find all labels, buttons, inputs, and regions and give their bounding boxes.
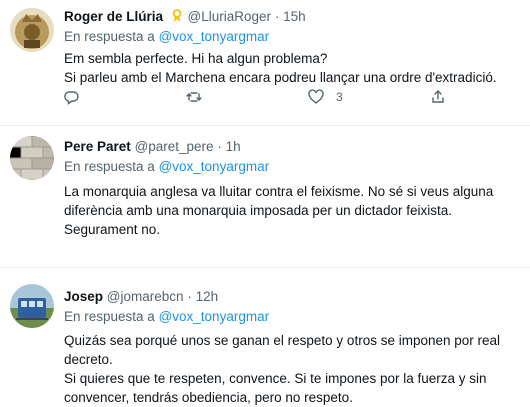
- separator-dot: ·: [217, 139, 222, 154]
- separator-dot: ·: [274, 9, 280, 24]
- reply-prefix: En respuesta a: [64, 309, 155, 324]
- tweet-header: Josep @jomarebcn · 12h: [64, 288, 520, 306]
- tweet-text-line: Si parleu amb el Marchena encara podreu …: [64, 70, 497, 85]
- tweet-text-line: Quizás sea porqué unos se ganan el respe…: [64, 333, 501, 348]
- reply-mention-link[interactable]: @vox_tonyargmar: [159, 309, 270, 324]
- retweet-button[interactable]: [186, 89, 202, 105]
- tweet-text: La monarquia anglesa va lluitar contra e…: [64, 182, 520, 239]
- avatar[interactable]: [10, 136, 54, 180]
- tweet-text: Quizás sea porqué unos se ganan el respe…: [64, 331, 520, 407]
- tweet-text-line: decreto.: [64, 352, 113, 367]
- tweet-text: Em sembla perfecte. Hi ha algun problema…: [64, 49, 520, 87]
- timestamp[interactable]: 1h: [226, 139, 241, 154]
- ribbon-icon: [172, 9, 182, 22]
- reply-icon: [64, 91, 79, 105]
- tweet-text-line: convencer, tendrás obediencia, pero no r…: [64, 390, 353, 405]
- tweet-header: Pere Paret @paret_pere · 1h: [64, 138, 520, 156]
- reply-mention-link[interactable]: @vox_tonyargmar: [159, 29, 270, 44]
- timestamp[interactable]: 15h: [283, 9, 306, 24]
- user-handle[interactable]: @paret_pere: [135, 139, 214, 154]
- timestamp[interactable]: 12h: [196, 289, 219, 304]
- share-button[interactable]: [430, 89, 446, 105]
- avatar[interactable]: [10, 284, 54, 328]
- like-button[interactable]: 3: [308, 89, 343, 105]
- reply-context: En respuesta a @vox_tonyargmar: [64, 308, 520, 326]
- reply-prefix: En respuesta a: [64, 29, 155, 44]
- tweet-header: Roger de Llúria @LluriaRoger · 15h: [64, 8, 520, 26]
- heart-icon: [308, 89, 324, 104]
- share-icon: [432, 90, 444, 103]
- tweet-text-line: Segurament no.: [64, 222, 161, 237]
- display-name[interactable]: Pere Paret: [64, 139, 131, 154]
- display-name[interactable]: Roger de Llúria: [64, 9, 163, 24]
- display-name[interactable]: Josep: [64, 289, 103, 304]
- tweet-text-line: La monarquia anglesa va lluitar contra e…: [64, 184, 494, 199]
- tweet[interactable]: Pere Paret @paret_pere · 1h En respuesta…: [0, 126, 530, 268]
- user-handle[interactable]: @jomarebcn: [107, 289, 184, 304]
- tweet-text-line: diferència amb una monarquia imposada pe…: [64, 203, 452, 218]
- user-handle[interactable]: @LluriaRoger: [188, 9, 272, 24]
- reply-context: En respuesta a @vox_tonyargmar: [64, 158, 520, 176]
- separator-dot: ·: [187, 289, 192, 304]
- tweet-text-line: Si quieres que te respeten, convence. Si…: [64, 371, 487, 386]
- avatar[interactable]: [10, 8, 54, 52]
- reply-mention-link[interactable]: @vox_tonyargmar: [159, 159, 270, 174]
- tweet[interactable]: Roger de Llúria @LluriaRoger · 15h En re…: [0, 0, 530, 126]
- reply-prefix: En respuesta a: [64, 159, 155, 174]
- reply-context: En respuesta a @vox_tonyargmar: [64, 28, 520, 46]
- tweet[interactable]: Josep @jomarebcn · 12h En respuesta a @v…: [0, 268, 530, 407]
- like-count: 3: [336, 90, 343, 104]
- tweet-text-line: Em sembla perfecte. Hi ha algun problema…: [64, 51, 328, 66]
- retweet-icon: [186, 92, 202, 102]
- reply-button[interactable]: [64, 89, 80, 105]
